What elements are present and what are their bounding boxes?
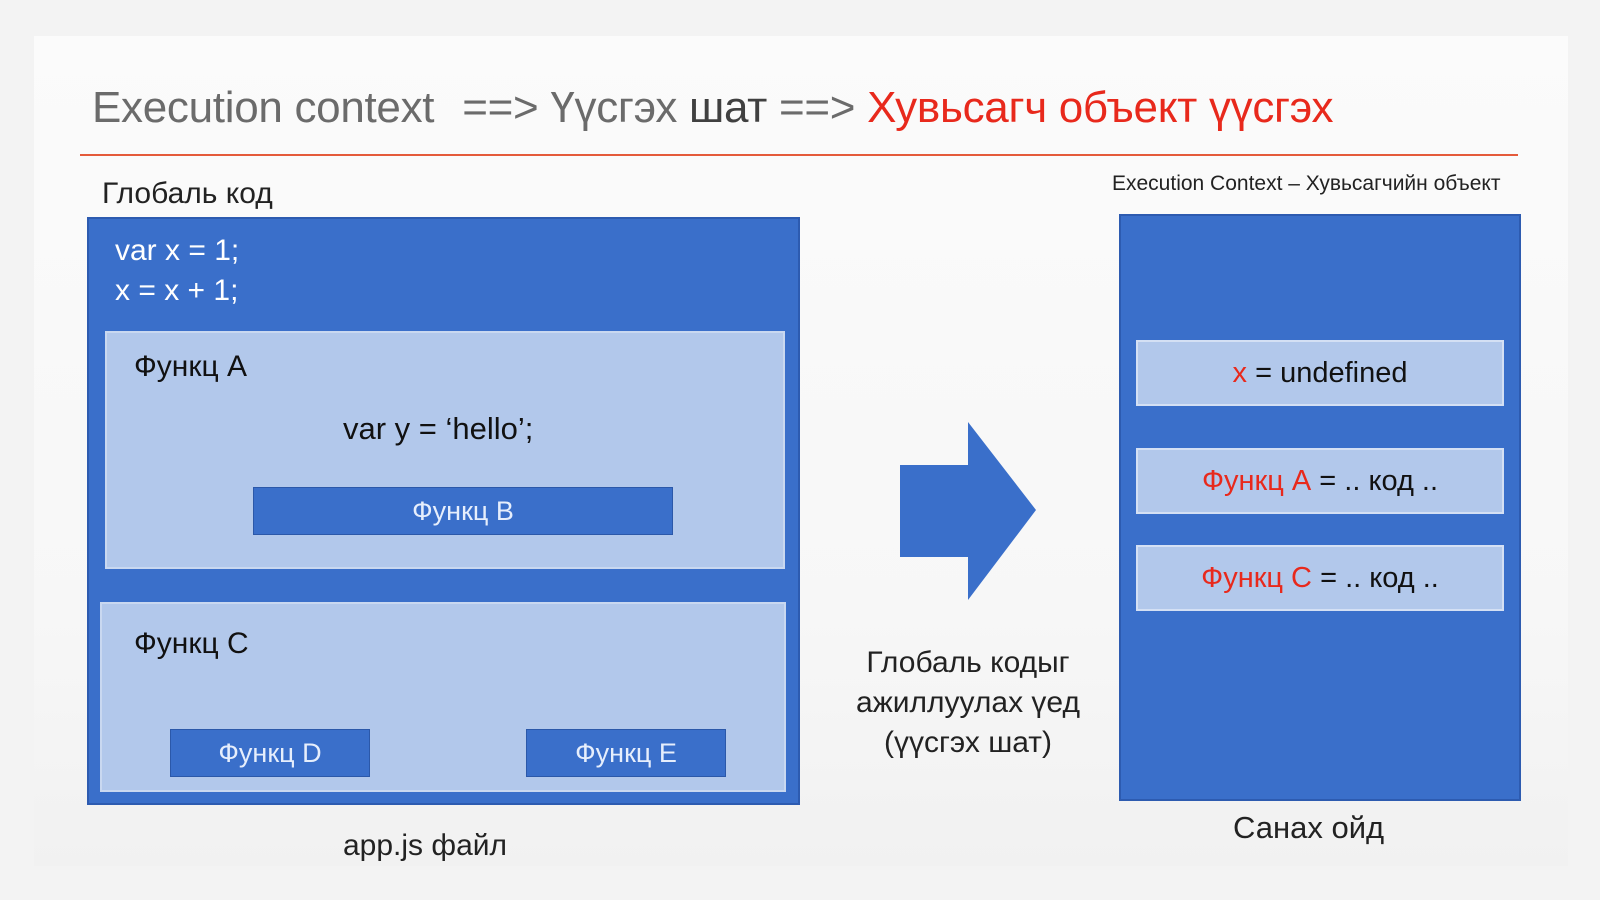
memory-entry-function-c: Функц C = .. код .. bbox=[1136, 545, 1504, 611]
title-arrow-1: ==> bbox=[462, 83, 539, 132]
title-arrow-2: ==> bbox=[778, 83, 856, 132]
arrow-caption-line-3: (үүсгэх шат) bbox=[883, 726, 1053, 759]
code-line-1: var x = 1; bbox=[115, 234, 240, 267]
function-a-label: Функц A bbox=[134, 350, 248, 383]
memory-entry-function-c-name: Функц C bbox=[1201, 561, 1313, 594]
slide-title: Execution context ==> Үүсгэх шат ==> Хувь… bbox=[92, 78, 1333, 138]
function-a-code: var y = ‘hello’; bbox=[343, 411, 534, 446]
memory-entry-x: x = undefined bbox=[1136, 340, 1504, 406]
code-line-2: x = x + 1; bbox=[115, 274, 239, 307]
memory-label: Санах ойд bbox=[1233, 810, 1385, 845]
memory-entry-function-a-name: Функц A bbox=[1201, 464, 1312, 497]
function-c-label: Функц C bbox=[134, 627, 249, 660]
memory-entry-function-c-value: = .. код .. bbox=[1312, 561, 1439, 594]
memory-entry-function-a-value: = .. код .. bbox=[1311, 464, 1439, 497]
arrow-caption-line-2: ажиллуулах үед bbox=[856, 686, 1080, 719]
function-b-box: Функц B bbox=[253, 487, 673, 535]
function-d-box: Функц D bbox=[170, 729, 370, 777]
title-part-execution-context: Execution context bbox=[92, 83, 435, 132]
memory-entry-x-name: x bbox=[1232, 356, 1248, 389]
function-e-box: Функц E bbox=[526, 729, 726, 777]
global-code-heading: Глобаль код bbox=[102, 177, 273, 210]
arrow-caption-line-1: Глобаль кодыг bbox=[866, 646, 1070, 679]
execution-context-heading: Execution Context – Хувьсагчийн объект bbox=[1112, 172, 1501, 195]
right-arrow-icon bbox=[900, 422, 1036, 600]
title-part-stage: шат bbox=[688, 83, 768, 132]
title-divider bbox=[80, 154, 1518, 156]
file-label: app.js файл bbox=[343, 829, 508, 862]
memory-entry-function-a: Функц A = .. код .. bbox=[1136, 448, 1504, 514]
arrow-caption: Глобаль кодыг ажиллуулах үед (үүсгэх шат… bbox=[828, 643, 1108, 763]
title-part-create: Үүсгэх bbox=[550, 83, 678, 132]
memory-entry-x-value: = undefined bbox=[1247, 356, 1408, 389]
title-part-variable-object: Хувьсагч объект үүсгэх bbox=[867, 83, 1334, 132]
